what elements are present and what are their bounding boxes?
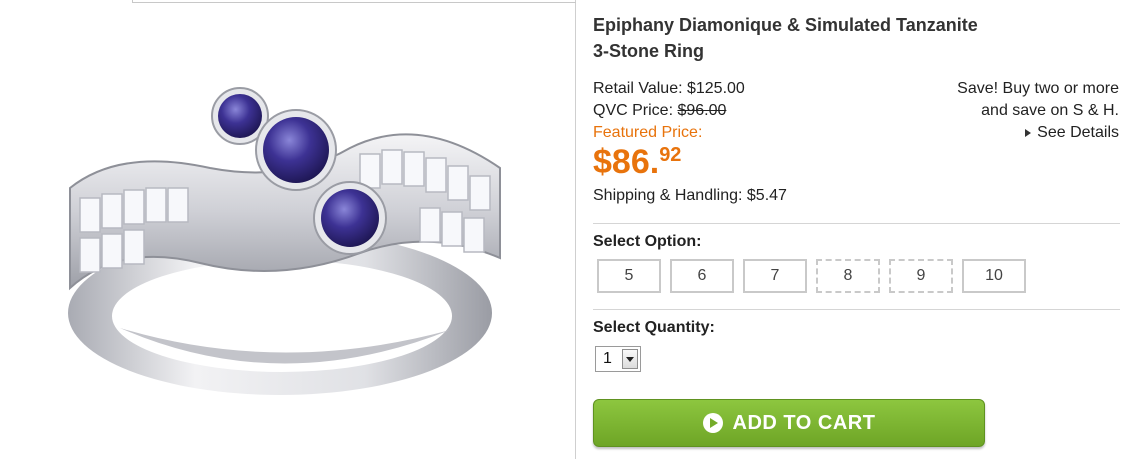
quantity-value: 1	[603, 350, 612, 367]
product-title-line1: Epiphany Diamonique & Simulated Tanzanit…	[593, 15, 978, 35]
triangle-right-icon	[1025, 129, 1032, 137]
product-image-panel	[0, 0, 576, 459]
size-option-8[interactable]: 8	[816, 259, 880, 293]
play-circle-icon	[702, 413, 723, 433]
add-to-cart-button[interactable]: ADD TO CART	[593, 399, 985, 447]
shipping-label: Shipping & Handling:	[593, 187, 743, 204]
product-title-line2: 3-Stone Ring	[593, 41, 704, 61]
shipping-row: Shipping & Handling: $5.47	[593, 187, 787, 205]
select-quantity-label: Select Quantity:	[593, 319, 715, 336]
qvc-price-row: QVC Price: $96.00	[593, 100, 745, 122]
price-block: Retail Value: $125.00 QVC Price: $96.00 …	[593, 78, 745, 144]
featured-price-cents: 92	[659, 144, 682, 166]
chevron-down-icon[interactable]	[622, 349, 638, 369]
qvc-price-label: QVC Price:	[593, 102, 674, 119]
shipping-value: $5.47	[746, 187, 787, 204]
size-option-7[interactable]: 7	[743, 259, 807, 293]
size-option-9[interactable]: 9	[889, 259, 953, 293]
add-to-cart-label: ADD TO CART	[732, 411, 876, 434]
size-option-6[interactable]: 6	[670, 259, 734, 293]
retail-value-label: Retail Value:	[593, 80, 683, 97]
featured-price: $86.92	[593, 142, 681, 182]
promo-line2: and save on S & H.	[981, 102, 1119, 119]
size-option-10[interactable]: 10	[962, 259, 1026, 293]
retail-value: $125.00	[686, 80, 745, 97]
select-option-label: Select Option:	[593, 233, 702, 250]
quantity-select[interactable]: 1	[595, 346, 641, 372]
product-page: Epiphany Diamonique & Simulated Tanzanit…	[0, 0, 1125, 459]
see-details-link[interactable]: See Details	[1025, 122, 1119, 144]
product-image[interactable]	[60, 58, 520, 403]
product-info-panel: Epiphany Diamonique & Simulated Tanzanit…	[577, 0, 1125, 459]
featured-price-label: Featured Price:	[593, 124, 703, 141]
stone-right	[313, 181, 387, 255]
size-options: 5 6 7 8 9 10	[597, 259, 1026, 293]
stone-center	[255, 109, 337, 191]
product-title: Epiphany Diamonique & Simulated Tanzanit…	[593, 12, 1073, 64]
divider	[593, 223, 1120, 224]
size-option-5[interactable]: 5	[597, 259, 661, 293]
see-details-label: See Details	[1037, 124, 1119, 141]
image-strip-border	[132, 0, 576, 3]
divider	[593, 309, 1120, 310]
promo-block: Save! Buy two or more and save on S & H.…	[957, 78, 1119, 144]
promo-line1: Save! Buy two or more	[957, 80, 1119, 97]
featured-price-dollars: $86.	[593, 143, 660, 181]
retail-value-row: Retail Value: $125.00	[593, 78, 745, 100]
qvc-price-value: $96.00	[677, 102, 727, 119]
